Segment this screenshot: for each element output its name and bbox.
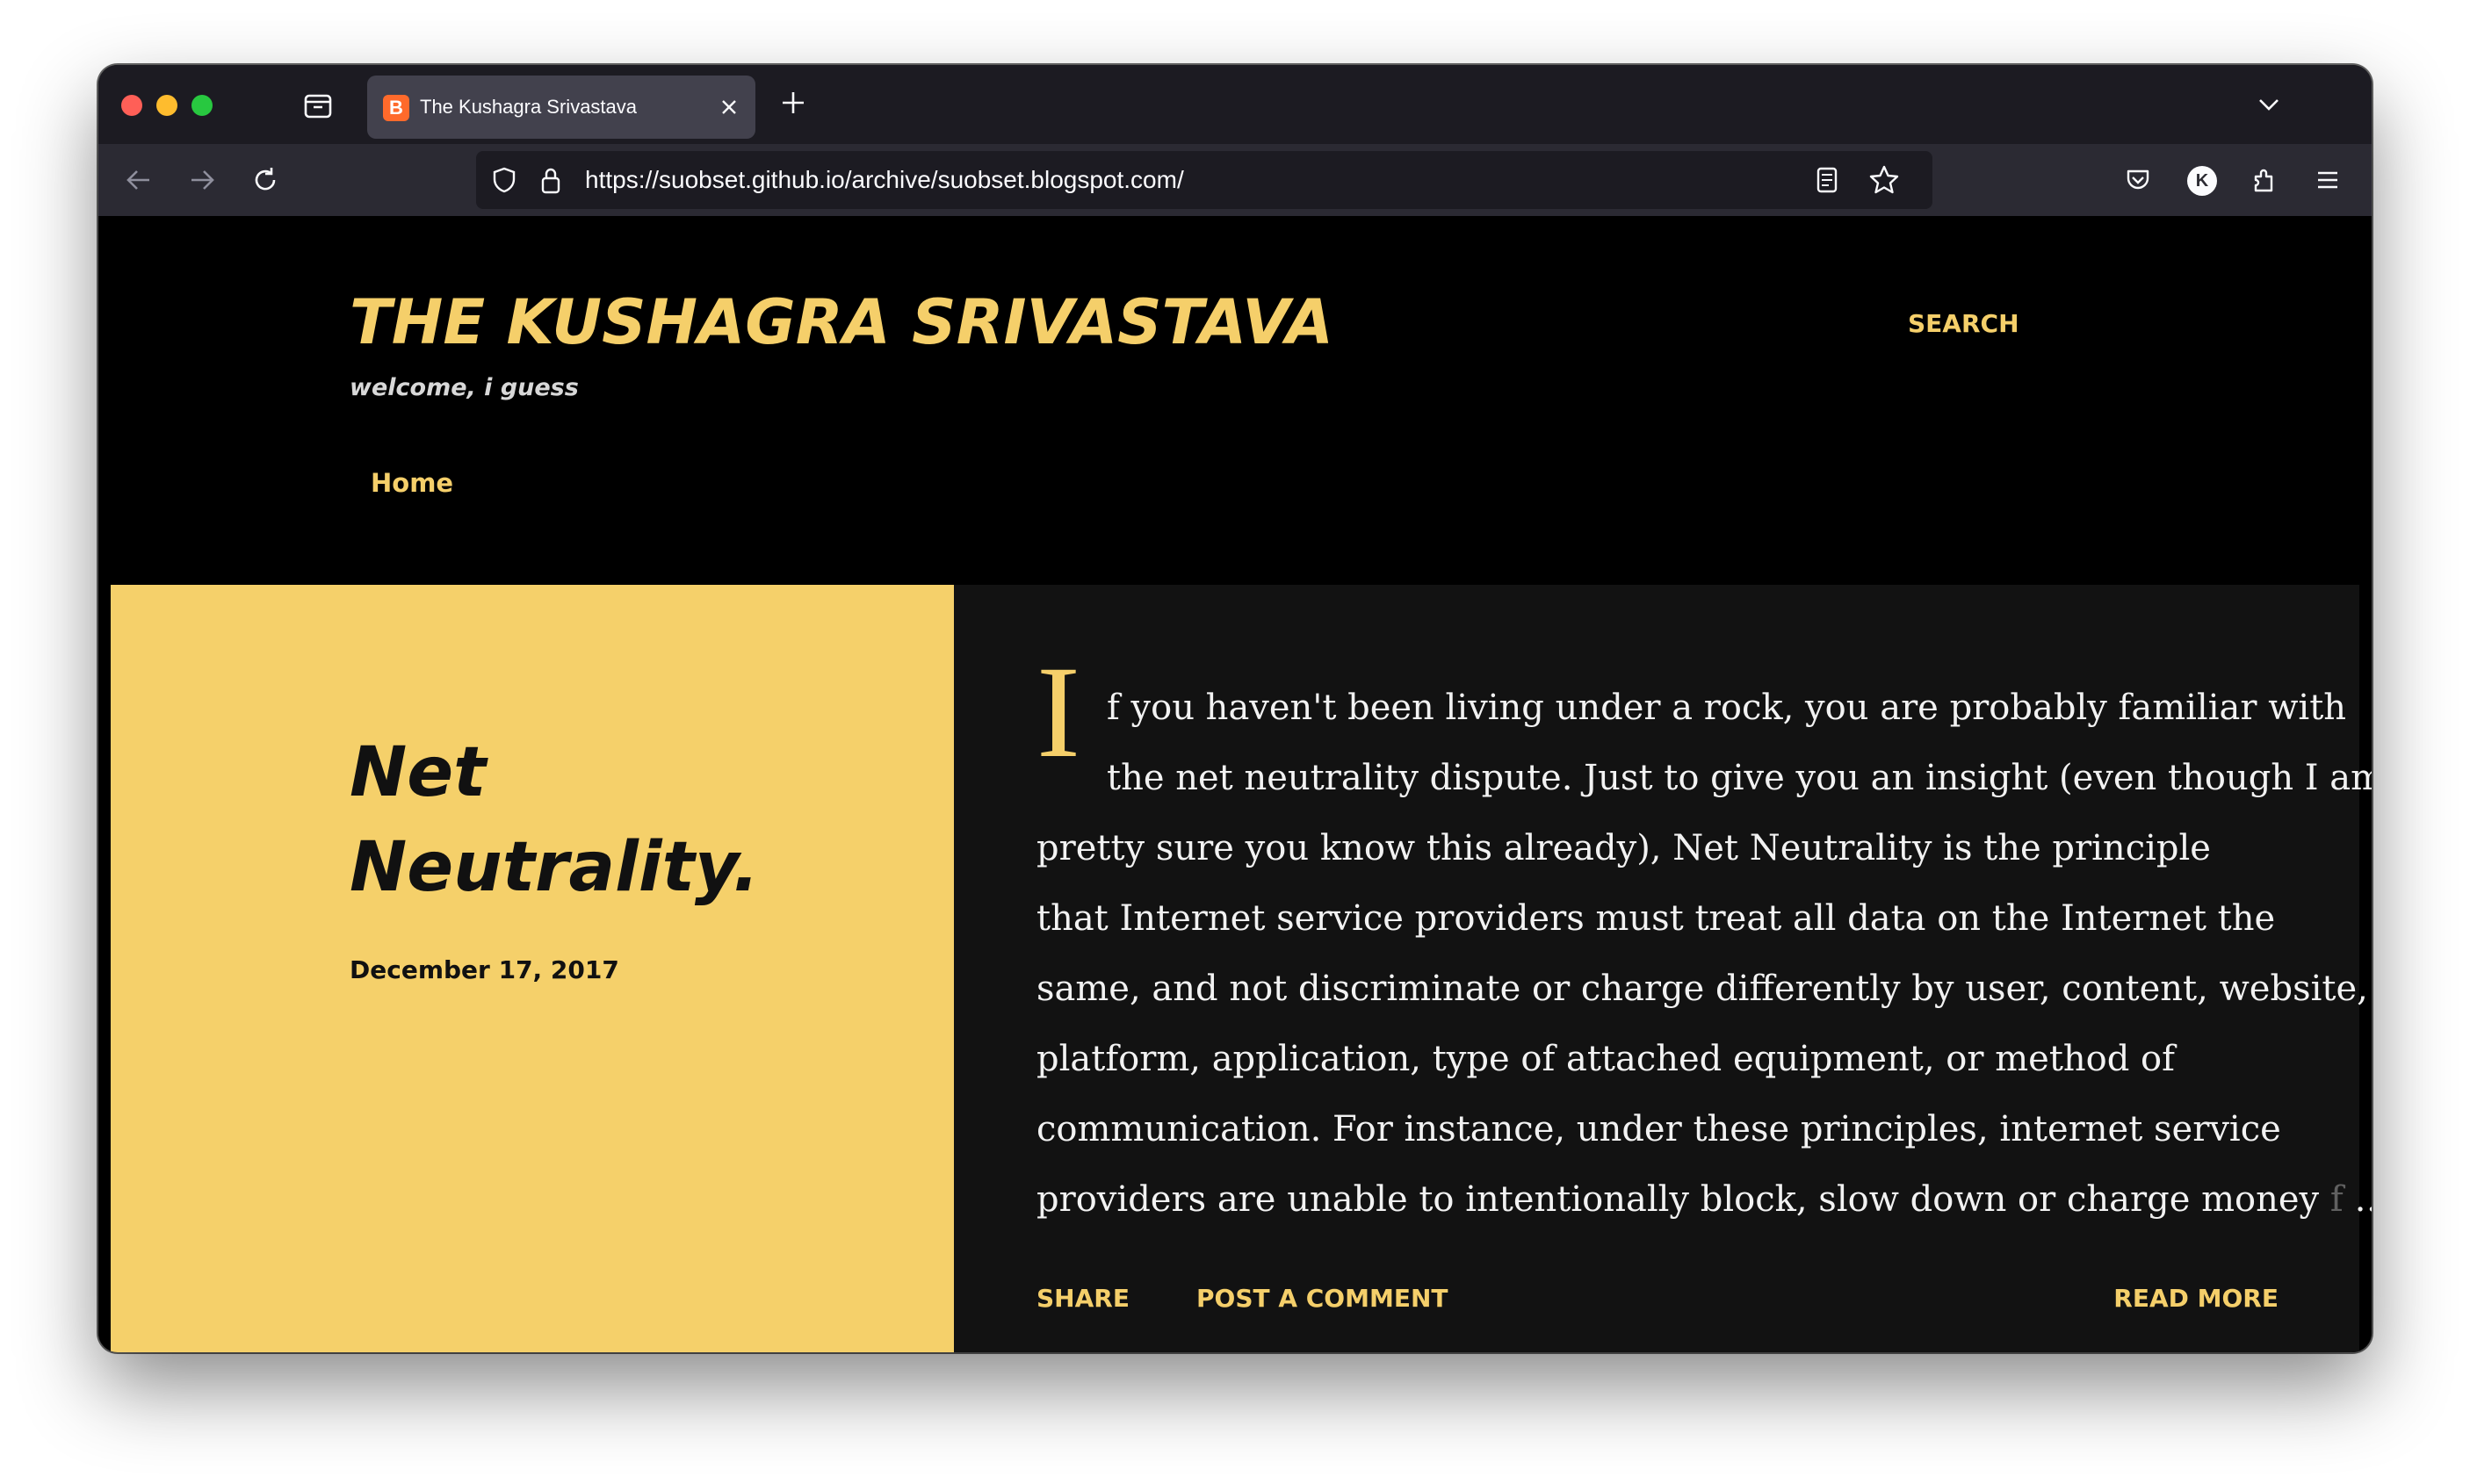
navigation-toolbar: https://suobset.github.io/archive/suobse… — [98, 144, 2372, 216]
tab-title: The Kushagra Srivastava — [420, 96, 638, 118]
post-date[interactable]: December 17, 2017 — [350, 955, 619, 984]
snippet-ellipsis: … — [2354, 1179, 2372, 1220]
snippet-line-text: providers are unable to intentionally bl… — [1036, 1179, 2320, 1220]
forward-arrow-icon[interactable] — [186, 164, 218, 196]
account-avatar[interactable]: K — [2187, 166, 2217, 196]
post-title[interactable]: Net Neutrality. — [350, 725, 841, 915]
tab-strip: B The Kushagra Srivastava — [98, 65, 2372, 144]
reader-view-icon[interactable] — [1811, 164, 1843, 196]
back-arrow-icon[interactable] — [123, 164, 155, 196]
post-comment-button[interactable]: POST A COMMENT — [1196, 1284, 1448, 1313]
snippet-line: same, and not discriminate or charge dif… — [1036, 969, 2368, 1009]
snippet-fade-text: f — [2329, 1179, 2344, 1220]
blog-description: welcome, i guess — [350, 374, 579, 401]
close-window-button[interactable] — [121, 95, 142, 116]
zoom-window-button[interactable] — [191, 95, 213, 116]
bookmark-star-icon[interactable] — [1867, 163, 1901, 197]
minimize-window-button[interactable] — [156, 95, 177, 116]
address-bar[interactable]: https://suobset.github.io/archive/suobse… — [476, 151, 1932, 209]
blogger-favicon-icon: B — [383, 95, 409, 121]
close-tab-icon[interactable] — [717, 95, 741, 119]
snippet-last-line: providers are unable to intentionally bl… — [1036, 1164, 2372, 1235]
post-snippet: f you haven't been living under a rock, … — [1036, 673, 2372, 1235]
blog-title[interactable]: THE KUSHAGRA SRIVASTAVA — [350, 286, 1333, 358]
new-tab-icon[interactable] — [778, 88, 808, 118]
read-more-button[interactable]: READ MORE — [2113, 1284, 2279, 1313]
share-button[interactable]: SHARE — [1036, 1284, 1130, 1313]
tracking-protection-shield-icon[interactable] — [488, 164, 520, 196]
reload-icon[interactable] — [249, 164, 281, 196]
post-snippet-panel: I f you haven't been living under a rock… — [954, 585, 2372, 1352]
search-button[interactable]: SEARCH — [1908, 309, 2019, 338]
snippet-line: the net neutrality dispute. Just to give… — [1107, 758, 2372, 798]
browser-window: B The Kushagra Srivastava https://suobse… — [98, 65, 2372, 1352]
post-header-panel: Net Neutrality. December 17, 2017 — [111, 585, 954, 1352]
lock-icon[interactable] — [536, 163, 566, 197]
web-page: THE KUSHAGRA SRIVASTAVA welcome, i guess… — [98, 216, 2372, 1352]
post-title-line: Neutrality. — [350, 828, 760, 907]
nav-home-link[interactable]: Home — [371, 468, 453, 498]
firefox-view-icon[interactable] — [302, 90, 334, 121]
snippet-line: communication. For instance, under these… — [1036, 1109, 2281, 1149]
hamburger-menu-icon[interactable] — [2312, 164, 2344, 196]
tab-active[interactable]: B The Kushagra Srivastava — [367, 76, 755, 139]
snippet-line: platform, application, type of attached … — [1036, 1039, 2175, 1079]
url-text: https://suobset.github.io/archive/suobse… — [585, 166, 1184, 193]
snippet-line: that Internet service providers must tre… — [1036, 898, 2276, 939]
list-all-tabs-chevron-down-icon[interactable] — [2254, 90, 2284, 119]
extensions-puzzle-icon[interactable] — [2249, 164, 2280, 196]
post-title-line: Net — [350, 733, 487, 812]
snippet-line: pretty sure you know this already), Net … — [1036, 828, 2211, 868]
pocket-icon[interactable] — [2122, 164, 2154, 196]
snippet-line: f you haven't been living under a rock, … — [1107, 688, 2347, 728]
